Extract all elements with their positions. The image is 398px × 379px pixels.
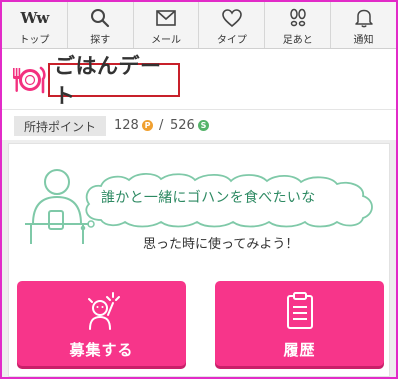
- top-nav: Ww トップ 探す メール タイプ 足あと 通知: [2, 2, 396, 49]
- raise-hand-icon: [82, 291, 122, 331]
- main-card: 誰かと一緒にゴハンを食べたいな 思った時に使ってみよう！ 募集する 履歴: [8, 143, 390, 377]
- p-points-value: 128: [114, 118, 139, 133]
- nav-item-notifications[interactable]: 通知: [331, 2, 396, 48]
- plate-fork-knife-icon: [12, 65, 46, 95]
- usage-hint: 思った時に使ってみよう！: [143, 237, 299, 252]
- page-header: ごはんデート: [2, 49, 396, 109]
- nav-label-top: トップ: [19, 35, 50, 46]
- recruit-button-label: 募集する: [69, 341, 134, 359]
- nav-item-top[interactable]: Ww トップ: [2, 2, 68, 48]
- nav-label-type: タイプ: [216, 35, 247, 46]
- nav-label-notifications: 通知: [353, 35, 374, 46]
- mail-icon: [155, 7, 177, 29]
- s-coin-icon: S: [198, 120, 209, 131]
- p-coin-icon: P: [142, 120, 153, 131]
- points-separator: /: [159, 118, 164, 133]
- cloud-message: 誰かと一緒にゴハンを食べたいな: [101, 190, 316, 206]
- page-title-frame: ごはんデート: [48, 54, 180, 108]
- nav-item-mail[interactable]: メール: [134, 2, 200, 48]
- clipboard-icon: [280, 291, 320, 331]
- nav-label-search: 探す: [90, 35, 111, 46]
- ww-logo-icon: Ww: [21, 7, 50, 29]
- points-label: 所持ポイント: [14, 116, 106, 136]
- nav-label-mail: メール: [151, 35, 182, 46]
- history-button[interactable]: 履歴: [215, 281, 384, 366]
- app-frame: Ww トップ 探す メール タイプ 足あと 通知 ごはんデート 所持ポイント 1…: [0, 0, 398, 379]
- search-icon: [89, 7, 111, 29]
- heart-icon: [221, 7, 243, 29]
- nav-item-search[interactable]: 探す: [68, 2, 134, 48]
- s-points-value: 526: [170, 118, 195, 133]
- nav-label-footprints: 足あと: [282, 35, 313, 46]
- history-button-label: 履歴: [283, 341, 316, 359]
- ww-logo-text: Ww: [20, 9, 50, 27]
- recruit-button[interactable]: 募集する: [17, 281, 186, 366]
- nav-item-type[interactable]: タイプ: [199, 2, 266, 48]
- nav-item-footprints[interactable]: 足あと: [265, 2, 332, 48]
- page-title: ごはんデート: [54, 54, 162, 108]
- footprints-icon: [287, 7, 309, 29]
- bell-icon: [353, 7, 375, 29]
- points-bar: 所持ポイント 128 P / 526 S: [2, 109, 396, 140]
